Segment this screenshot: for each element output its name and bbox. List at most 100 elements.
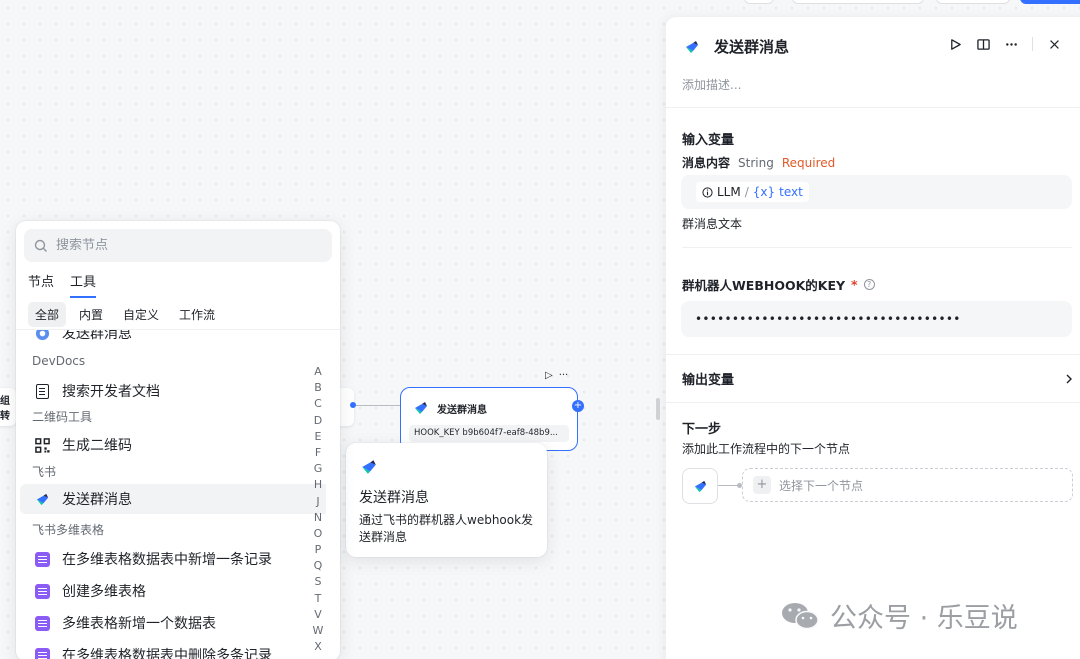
panel-title[interactable]: 发送群消息 (714, 36, 789, 57)
run-icon[interactable] (948, 37, 962, 51)
group-header-qrcode: 二维码工具 (32, 410, 93, 424)
alpha-letter[interactable]: X (312, 640, 324, 656)
variable-source: LLM (717, 185, 741, 199)
list-item-send-group-message[interactable]: 发送群消息 (20, 484, 326, 514)
help-icon[interactable]: ? (863, 279, 875, 290)
close-icon[interactable] (1047, 37, 1061, 51)
list-item-label: 搜索开发者文档 (62, 384, 160, 400)
qrcode-icon (34, 437, 50, 453)
search-icon (34, 239, 47, 252)
search-input[interactable] (56, 238, 306, 253)
tab-nodes[interactable]: 节点 (28, 271, 54, 298)
list-item[interactable]: 创建多维表格 (20, 576, 326, 606)
book-icon[interactable] (976, 37, 990, 51)
alpha-letter[interactable]: G (312, 462, 324, 478)
top-toolbar-button[interactable] (744, 0, 774, 4)
alpha-letter[interactable]: Q (312, 559, 324, 575)
alpha-letter[interactable]: E (312, 430, 324, 446)
list-item[interactable]: 在多维表格数据表中删除多条记录 (20, 640, 326, 659)
field-type: String (738, 156, 774, 170)
required-star: * (851, 277, 858, 292)
output-variables-label: 输出变量 (682, 373, 735, 388)
more-icon[interactable] (1004, 37, 1018, 51)
node-title-text: 发送群消息 (437, 404, 487, 416)
tooltip-title: 发送群消息 (359, 490, 429, 506)
feishu-logo-icon (34, 491, 50, 507)
edge-handle[interactable] (350, 402, 356, 408)
list-item-label: 发送群消息 (62, 330, 132, 342)
panel-header: 发送群消息 (684, 36, 789, 57)
feishu-logo-icon (362, 460, 376, 474)
variable-name: text (779, 185, 803, 199)
node-edge (354, 405, 400, 406)
subtab-workflow[interactable]: 工作流 (172, 302, 222, 327)
alpha-letter[interactable]: C (312, 397, 324, 413)
node-config-panel: 发送群消息 添加描述... 输入变量 消息内容 String Required … (666, 17, 1080, 659)
webhook-key-input[interactable]: •••••••••••••••••••••••••••••••••••• (681, 301, 1072, 337)
divider (666, 354, 1080, 355)
list-item-label: 生成二维码 (62, 438, 132, 454)
alpha-letter[interactable]: H (312, 478, 324, 494)
variable-input[interactable]: LLM / {x} text (681, 175, 1072, 209)
panel-resize-handle[interactable] (656, 398, 660, 420)
select-next-node-label: 选择下一个节点 (779, 478, 864, 493)
alpha-letter[interactable]: V (312, 608, 324, 624)
next-step-description: 添加此工作流程中的下一个节点 (682, 442, 851, 456)
alpha-letter[interactable]: W (312, 624, 324, 640)
alpha-letter[interactable]: A (312, 365, 324, 381)
alpha-letter[interactable]: B (312, 381, 324, 397)
send-group-message-node[interactable]: 发送群消息 HOOK_KEY b9b604f7-eaf8-48b9... + (400, 387, 584, 451)
run-node-icon[interactable]: ▷ (545, 370, 553, 381)
alpha-letter[interactable]: S (312, 575, 324, 591)
alpha-letter[interactable]: D (312, 414, 324, 430)
publish-button[interactable] (1020, 0, 1080, 4)
list-item-label: 在多维表格数据表中新增一条记录 (62, 552, 272, 568)
current-node-chip (682, 468, 718, 504)
more-icon[interactable]: ··· (559, 370, 569, 381)
alpha-letter[interactable]: P (312, 543, 324, 559)
alpha-letter[interactable]: O (312, 527, 324, 543)
panel-actions (948, 37, 1061, 51)
feishu-logo-icon (686, 40, 698, 53)
top-toolbar-button[interactable] (936, 0, 1010, 4)
group-header-devdocs: DevDocs (32, 354, 86, 368)
subtab-builtin[interactable]: 内置 (72, 302, 110, 327)
list-item[interactable]: 搜索开发者文档 (20, 376, 326, 406)
info-icon (702, 186, 713, 198)
watermark: 公众号 · 乐豆说 (780, 596, 1018, 635)
output-variables-row[interactable]: 输出变量 (682, 369, 1074, 388)
tool-list: 发送群消息 DevDocs 搜索开发者文档 二维码工具 生成二维码 飞书 发送群… (16, 330, 326, 659)
variable-reference-chip[interactable]: LLM / {x} text (696, 182, 809, 202)
top-toolbar-button[interactable] (792, 0, 924, 4)
picker-sub-tabs: 全部 内置 自定义 工作流 (28, 302, 222, 327)
list-item[interactable]: 生成二维码 (20, 430, 326, 460)
alpha-letter[interactable]: T (312, 592, 324, 608)
search-box[interactable] (24, 229, 332, 262)
list-item-label: 发送群消息 (62, 492, 132, 508)
alpha-letter[interactable]: J (312, 495, 324, 511)
section-input-variables: 输入变量 (682, 133, 735, 148)
list-item[interactable]: 在多维表格数据表中新增一条记录 (20, 544, 326, 574)
select-next-node-button[interactable]: + 选择下一个节点 (742, 468, 1073, 502)
subtab-custom[interactable]: 自定义 (116, 302, 166, 327)
bitable-icon (34, 583, 50, 599)
tooltip-description: 通过飞书的群机器人webhook发送群消息 (359, 513, 534, 544)
field-hint: 群消息文本 (682, 217, 743, 231)
alpha-letter[interactable]: N (312, 511, 324, 527)
canvas-node-partial[interactable]: 组转 (0, 388, 16, 426)
hook-key-preview: HOOK_KEY b9b604f7-eaf8-48b9... (409, 425, 569, 442)
list-item[interactable]: 发送群消息 (20, 330, 326, 348)
node-title: 发送群消息 (413, 400, 487, 416)
description-input[interactable]: 添加描述... (682, 76, 741, 93)
alpha-letter[interactable]: F (312, 446, 324, 462)
list-item[interactable]: 多维表格新增一个数据表 (20, 608, 326, 638)
subtab-all[interactable]: 全部 (28, 302, 67, 327)
next-step-title: 下一步 (682, 422, 722, 437)
variable-prefix-icon: {x} (752, 185, 776, 199)
variable-separator: / (744, 185, 749, 199)
add-node-plus-icon[interactable]: + (572, 400, 584, 412)
tab-tools[interactable]: 工具 (70, 271, 97, 298)
list-item-label: 在多维表格数据表中删除多条记录 (62, 648, 272, 659)
plus-icon: + (753, 476, 771, 494)
field-header: 消息内容 String Required (682, 154, 835, 171)
